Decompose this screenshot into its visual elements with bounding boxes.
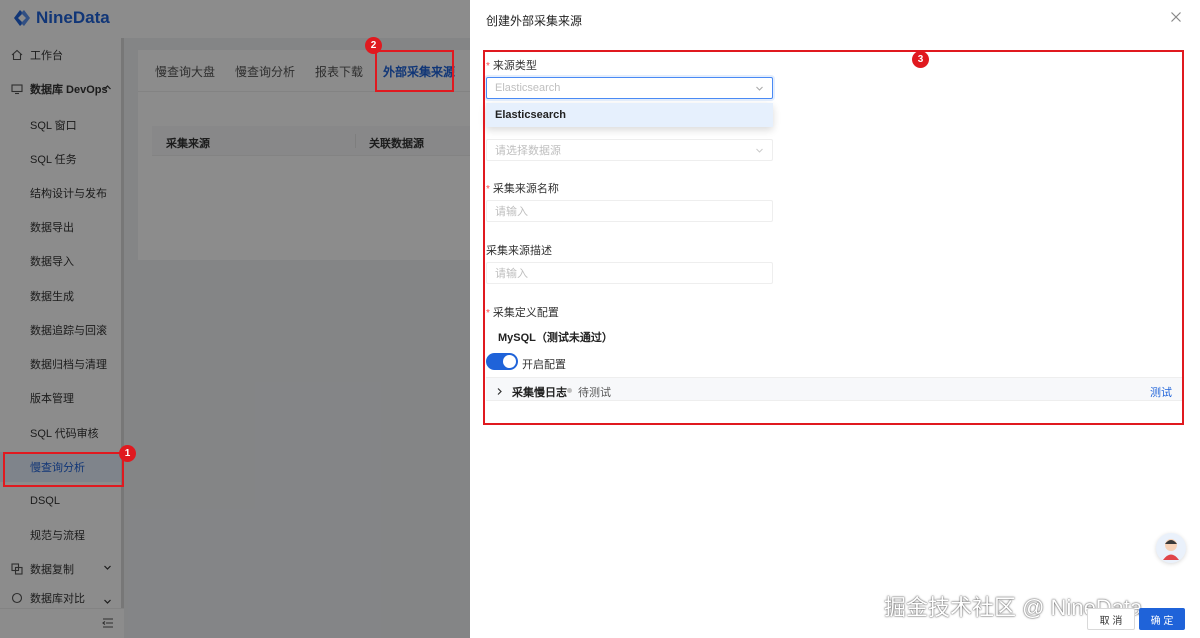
customer-service-icon [1163, 539, 1179, 560]
modal-mask[interactable] [0, 0, 470, 638]
annotation-box-2 [375, 50, 454, 92]
close-icon[interactable] [1170, 11, 1184, 25]
drawer-title: 创建外部采集来源 [486, 14, 583, 28]
annotation-box-1 [3, 452, 124, 487]
confirm-button[interactable]: 确 定 [1139, 608, 1185, 630]
annotation-badge-1: 1 [119, 445, 136, 462]
cancel-button[interactable]: 取 消 [1087, 608, 1135, 630]
support-avatar[interactable] [1156, 533, 1186, 563]
annotation-badge-2: 2 [365, 37, 382, 54]
annotation-badge-3: 3 [912, 51, 929, 68]
annotation-box-3 [483, 50, 1184, 425]
